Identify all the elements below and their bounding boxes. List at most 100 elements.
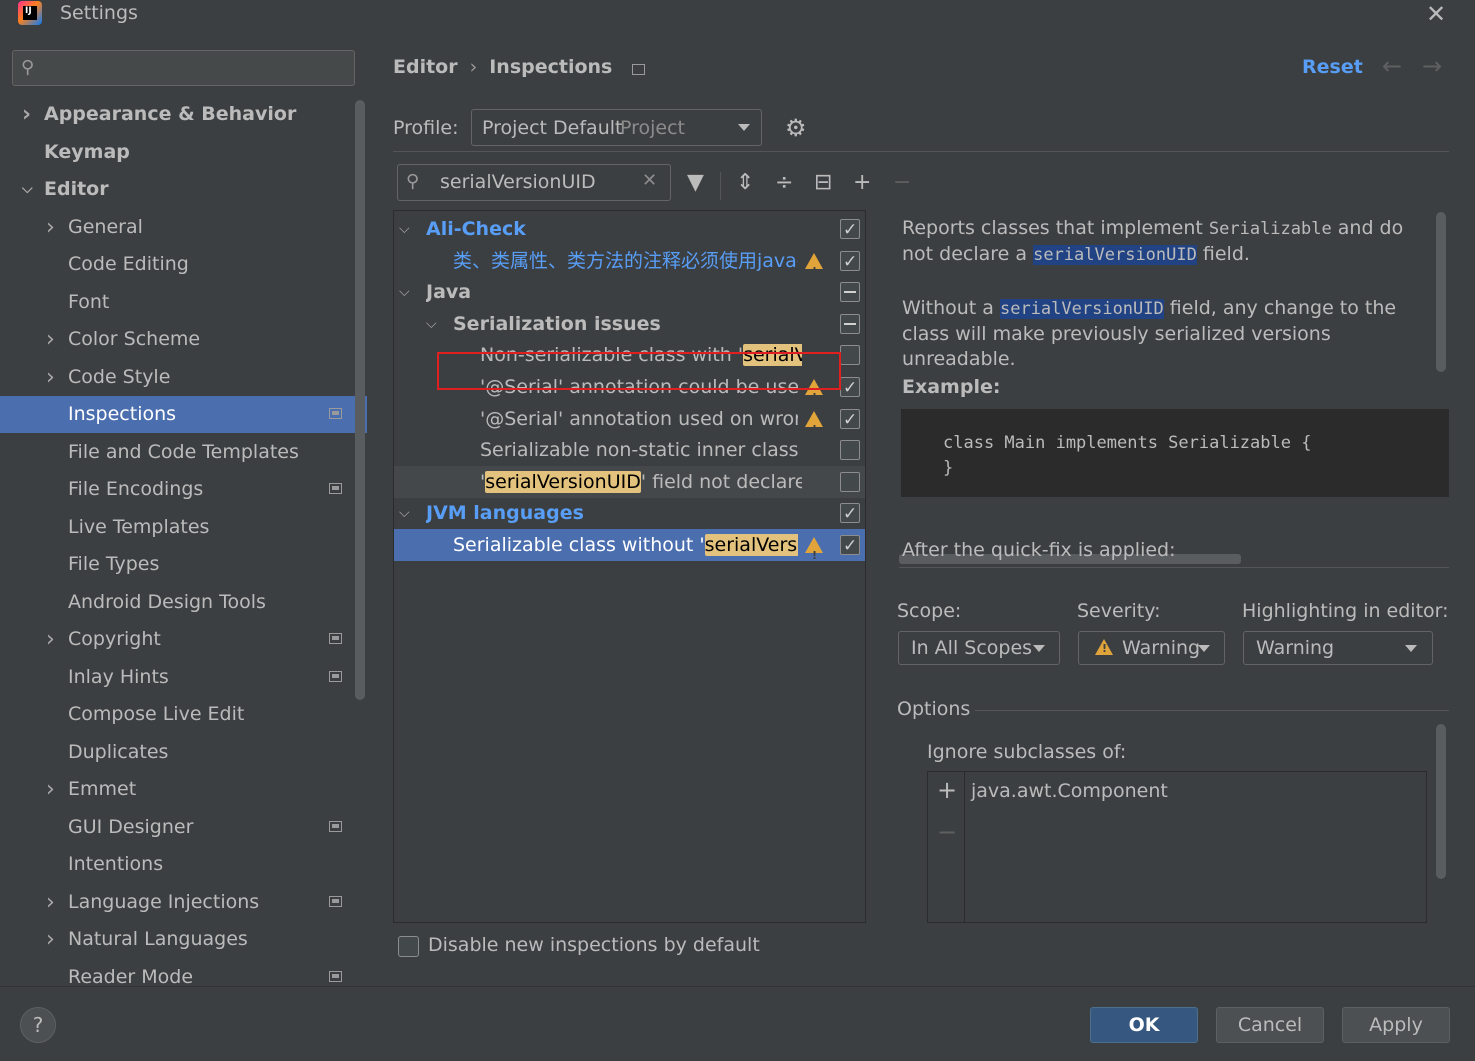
cancel-button[interactable]: Cancel xyxy=(1216,1007,1324,1043)
sidebar-item[interactable]: Live Templates xyxy=(0,509,367,546)
inspection-enabled-checkbox[interactable] xyxy=(840,472,860,492)
clear-icon[interactable]: ✕ xyxy=(642,170,657,191)
inspection-tree-row[interactable]: '@Serial' annotation used on wrong r xyxy=(394,403,865,446)
chevron-right-icon[interactable]: › xyxy=(46,621,55,658)
close-icon[interactable]: ✕ xyxy=(1426,0,1446,28)
chevron-right-icon[interactable]: › xyxy=(22,96,31,133)
highlighting-dropdown[interactable]: Warning xyxy=(1243,631,1433,665)
description-scrollbar[interactable] xyxy=(1436,212,1446,372)
highlighting-label: Highlighting in editor: xyxy=(1242,600,1449,622)
project-level-icon xyxy=(329,971,342,982)
inspection-enabled-checkbox[interactable] xyxy=(840,440,860,460)
remove-icon[interactable]: − xyxy=(937,818,957,846)
sidebar-item[interactable]: File and Code Templates xyxy=(0,434,367,471)
sidebar-item-label: File Encodings xyxy=(68,478,204,500)
sidebar-item[interactable]: ⌵ Editor xyxy=(0,171,367,208)
inspection-enabled-checkbox[interactable] xyxy=(840,404,860,436)
sidebar-search-input[interactable]: ⚲ xyxy=(12,50,355,86)
intellij-logo-icon: IJ xyxy=(18,1,42,25)
chevron-right-icon[interactable]: › xyxy=(46,321,55,358)
scope-dropdown[interactable]: In All Scopes xyxy=(898,631,1060,665)
sidebar-item[interactable]: Duplicates xyxy=(0,734,367,771)
inspection-tree-row[interactable]: 'serialVersionUID' field not declared ' xyxy=(394,466,865,498)
sidebar-item[interactable]: Intentions xyxy=(0,846,367,883)
warning-icon xyxy=(805,253,823,288)
breadcrumb-editor[interactable]: Editor xyxy=(393,56,458,78)
chevron-right-icon[interactable]: › xyxy=(46,921,55,958)
reset-to-default-icon[interactable]: ⊟ xyxy=(814,170,832,195)
sidebar-item[interactable]: Keymap xyxy=(0,134,367,171)
inspection-tree-row[interactable]: ⌵ Ali-Check xyxy=(394,213,865,246)
sidebar-item[interactable]: › Color Scheme xyxy=(0,321,367,358)
sidebar-item[interactable]: › General xyxy=(0,209,367,246)
scope-label: Scope: xyxy=(897,600,962,622)
add-icon[interactable]: + xyxy=(853,170,871,195)
list-item[interactable]: java.awt.Component xyxy=(971,780,1168,802)
sidebar-item[interactable]: Compose Live Edit xyxy=(0,696,367,733)
inspection-enabled-checkbox[interactable] xyxy=(840,282,860,302)
profile-dropdown[interactable]: Project Default Project xyxy=(471,109,762,146)
gear-icon[interactable]: ⚙ xyxy=(785,114,807,142)
inspection-search-input[interactable]: ⚲ serialVersionUID ✕ xyxy=(397,164,671,201)
disable-new-inspections-checkbox[interactable] xyxy=(398,936,419,957)
chevron-down-icon[interactable]: ⌵ xyxy=(22,171,33,208)
inspection-name-text: Ali-Check xyxy=(426,218,526,240)
inspection-enabled-checkbox[interactable] xyxy=(840,214,860,246)
add-icon[interactable]: + xyxy=(937,776,957,804)
sidebar-item[interactable]: Font xyxy=(0,284,367,321)
chevron-down-icon[interactable]: ⌵ xyxy=(399,276,410,308)
severity-dropdown[interactable]: Warning xyxy=(1078,631,1225,665)
sidebar-item[interactable]: Android Design Tools xyxy=(0,584,367,621)
chevron-right-icon[interactable]: › xyxy=(46,209,55,246)
filter-icon[interactable]: ▼ xyxy=(687,170,704,195)
sidebar-item[interactable]: › Appearance & Behavior xyxy=(0,96,367,133)
inspection-enabled-checkbox[interactable] xyxy=(840,372,860,404)
inspection-enabled-checkbox[interactable] xyxy=(840,345,860,365)
project-level-icon xyxy=(329,896,342,907)
arrow-left-icon[interactable]: ← xyxy=(1382,52,1402,80)
inspection-enabled-checkbox[interactable] xyxy=(840,246,860,278)
inspection-tree-row[interactable]: ⌵ Serialization issues xyxy=(394,308,865,340)
inspection-tree-row[interactable]: ⌵ JVM languages xyxy=(394,497,865,530)
chevron-right-icon[interactable]: › xyxy=(46,884,55,921)
sidebar-scrollbar[interactable] xyxy=(355,100,365,700)
sidebar-item[interactable]: Code Editing xyxy=(0,246,367,283)
inspection-tree-row[interactable]: Serializable non-static inner class witl xyxy=(394,434,865,466)
sidebar-item[interactable]: File Types xyxy=(0,546,367,583)
sidebar-item[interactable]: › Copyright xyxy=(0,621,367,658)
apply-button[interactable]: Apply xyxy=(1342,1007,1450,1043)
chevron-down-icon[interactable]: ⌵ xyxy=(426,308,437,340)
inspection-name-text: 类、类属性、类方法的注释必须使用javado xyxy=(453,250,798,272)
inspection-enabled-checkbox[interactable] xyxy=(840,314,860,334)
sidebar-item[interactable]: › Natural Languages xyxy=(0,921,367,958)
chevron-down-icon[interactable]: ⌵ xyxy=(399,213,410,245)
sidebar-item[interactable]: › Language Injections xyxy=(0,884,367,921)
inspection-name: 类、类属性、类方法的注释必须使用javado xyxy=(453,245,798,277)
chevron-right-icon[interactable]: › xyxy=(46,771,55,808)
chevron-right-icon[interactable]: › xyxy=(46,359,55,396)
sidebar-item[interactable]: GUI Designer xyxy=(0,809,367,846)
collapse-all-icon[interactable]: ÷ xyxy=(775,170,793,195)
inspection-tree-row[interactable]: 类、类属性、类方法的注释必须使用javado xyxy=(394,245,865,288)
ok-button[interactable]: OK xyxy=(1090,1007,1198,1043)
sidebar-item[interactable]: › Emmet xyxy=(0,771,367,808)
inspection-enabled-checkbox[interactable] xyxy=(840,498,860,530)
sidebar-item[interactable]: File Encodings xyxy=(0,471,367,508)
breadcrumb: Editor › Inspections xyxy=(393,56,646,78)
inspection-tree-row[interactable]: Serializable class without 'serialVersio… xyxy=(394,529,865,572)
inspection-enabled-checkbox[interactable] xyxy=(840,530,860,562)
inspection-tree-row[interactable]: ⌵ Java xyxy=(394,276,865,308)
sidebar-item[interactable]: Inlay Hints xyxy=(0,659,367,696)
reset-link[interactable]: Reset xyxy=(1302,56,1363,78)
arrow-right-icon[interactable]: → xyxy=(1422,52,1442,80)
remove-icon[interactable]: − xyxy=(893,170,911,195)
sidebar-item-label: File Types xyxy=(68,553,160,575)
options-scrollbar[interactable] xyxy=(1436,724,1446,879)
expand-all-icon[interactable]: ⇕ xyxy=(736,170,754,195)
sidebar-item-label: General xyxy=(68,216,143,238)
inspection-tree: ⌵ Ali-Check 类、类属性、类方法的注释必须使用javado ⌵ Java ⌵ Se… xyxy=(393,210,866,923)
help-button[interactable]: ? xyxy=(20,1007,56,1043)
chevron-down-icon[interactable]: ⌵ xyxy=(399,497,410,529)
sidebar-item[interactable]: Inspections xyxy=(0,396,367,433)
sidebar-item[interactable]: › Code Style xyxy=(0,359,367,396)
